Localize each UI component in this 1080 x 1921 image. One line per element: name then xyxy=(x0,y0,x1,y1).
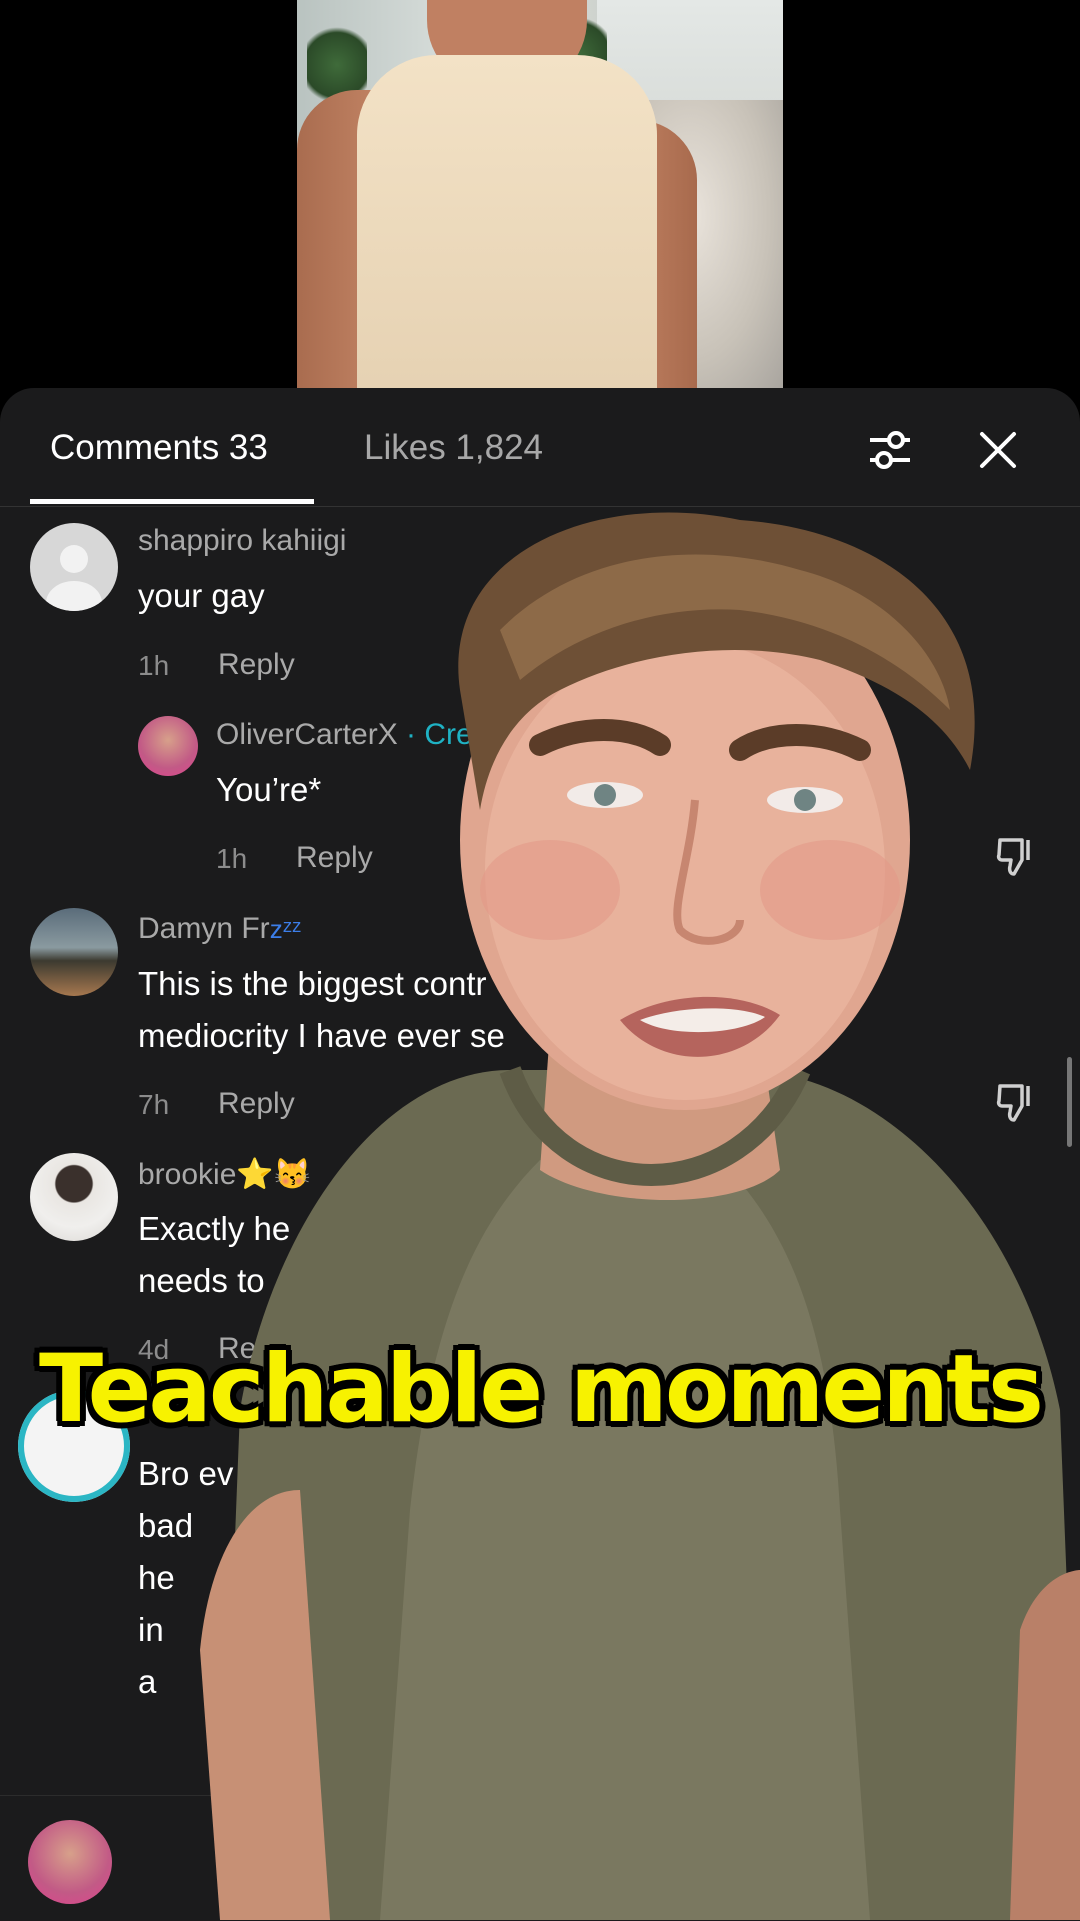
video-person xyxy=(297,0,717,388)
comment-time: 1h xyxy=(216,843,248,874)
comment-text-line: This is the biggest contr xyxy=(138,965,487,1002)
comment-text-line: a xyxy=(138,1663,157,1700)
username-text[interactable]: OliverCarterX xyxy=(216,718,398,751)
dislike-icon[interactable] xyxy=(994,1080,1038,1124)
my-avatar[interactable] xyxy=(28,1820,112,1904)
avatar[interactable] xyxy=(30,908,118,996)
comment-username[interactable]: brookie⭐😽 xyxy=(138,1157,311,1192)
comment-text-line: bad xyxy=(138,1507,194,1544)
comment-time: 7h xyxy=(138,1089,170,1120)
video-caption: Teachable moments xyxy=(39,1335,1044,1444)
video-player-preview[interactable] xyxy=(297,0,783,388)
comment-text-trailing: hy xyxy=(1002,1715,1037,1752)
tab-comments[interactable]: Comments 33 xyxy=(50,428,268,468)
comment-input-bar xyxy=(0,1795,1080,1921)
tab-likes[interactable]: Likes 1,824 xyxy=(364,428,543,468)
reply-button[interactable]: Reply xyxy=(296,841,373,875)
active-tab-indicator xyxy=(30,499,314,504)
sleep-emoji: zᶻᶻ xyxy=(269,914,302,944)
filter-icon[interactable] xyxy=(866,426,914,474)
comment-text: your gay xyxy=(138,577,265,614)
creator-badge: · Creato xyxy=(406,718,515,751)
comment-time: 1h xyxy=(138,650,170,681)
comment-text-line: Exactly he xyxy=(138,1210,291,1247)
gift-icon[interactable] xyxy=(962,1832,1018,1888)
default-avatar-icon xyxy=(46,545,102,611)
comment-text-line: in xyxy=(138,1611,164,1648)
close-icon[interactable] xyxy=(974,426,1022,474)
comment-username[interactable]: shappiro kahiigi xyxy=(138,524,346,558)
reply-button[interactable]: Reply xyxy=(218,648,295,682)
comment-text: You’re* xyxy=(216,771,322,808)
avatar[interactable] xyxy=(30,523,118,611)
scrollbar[interactable] xyxy=(1067,1057,1072,1147)
comment-text-line: mediocrity I have ever se xyxy=(138,1017,505,1054)
dislike-icon[interactable] xyxy=(994,834,1038,878)
avatar[interactable] xyxy=(138,716,198,776)
person-tank-top xyxy=(357,55,657,388)
comment-username[interactable]: Damyn Frzᶻᶻ xyxy=(138,912,301,946)
avatar[interactable] xyxy=(30,1153,118,1241)
username-text[interactable]: Damyn Fr xyxy=(138,912,270,945)
reply-button[interactable]: Reply xyxy=(218,1087,295,1121)
comment-text-line: he xyxy=(138,1559,175,1596)
comments-tab-bar: Comments 33 Likes 1,824 xyxy=(0,388,1080,507)
comment-text-line: Bro ev xyxy=(138,1455,234,1492)
comment-username[interactable]: OliverCarterX · Creato xyxy=(216,718,514,752)
comment-text-line: needs to xyxy=(138,1262,265,1299)
